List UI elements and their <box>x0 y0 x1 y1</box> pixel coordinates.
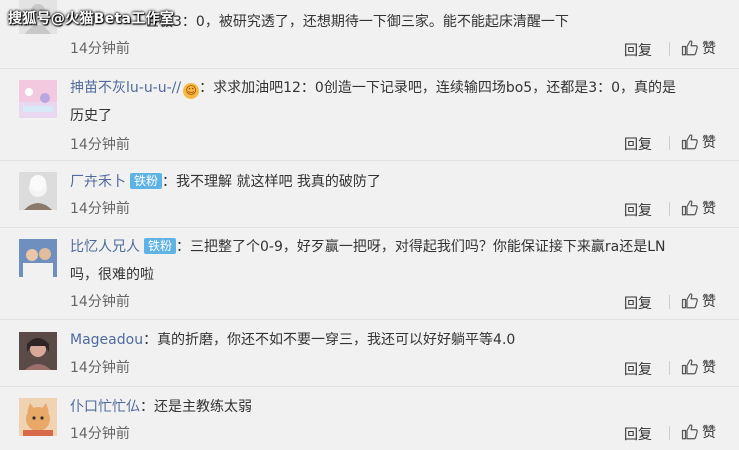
like-label: 赞 <box>702 201 716 217</box>
comment-item: 仆口忙忙仏：还是主教练太弱 14分钟前 回复 赞 <box>0 386 739 450</box>
comment-text: 求求加油吧12：0创造一下记录吧，连续输四场bo5，还都是3：0，真的是 <box>213 80 677 96</box>
comment-time: 14分钟前 <box>70 201 130 217</box>
reply-button[interactable]: 回复 <box>624 200 652 220</box>
like-button[interactable]: 赞 <box>681 422 716 442</box>
colon: ： <box>143 332 158 348</box>
username[interactable]: 厂卉禾卜 <box>70 174 126 190</box>
divider <box>669 361 670 375</box>
username[interactable]: 比忆人兄人 <box>70 239 140 255</box>
username[interactable]: 抻苗不灰lu-u-u-// <box>70 80 181 96</box>
like-label: 赞 <box>702 135 716 151</box>
colon: ： <box>199 80 214 96</box>
reply-button[interactable]: 回复 <box>624 293 652 313</box>
reply-button[interactable]: 回复 <box>624 134 652 154</box>
comment-line-1: Mageadou：真的折磨，你还不如不要一穿三，我还可以好好躺平等4.0 <box>70 327 725 353</box>
avatar[interactable] <box>19 398 57 436</box>
fan-badge: 铁粉 <box>130 173 163 189</box>
avatar[interactable] <box>19 80 57 118</box>
comment-time: 14分钟前 <box>70 294 130 310</box>
comment-text: 我不理解 就这样吧 我真的破防了 <box>176 174 381 190</box>
watermark: 搜狐号@火猫Beta工作室 <box>8 11 175 27</box>
thumbs-up-icon <box>681 424 698 440</box>
emoji-icon: ☺ <box>183 83 200 99</box>
divider <box>669 295 670 309</box>
colon: ： <box>162 174 177 190</box>
comment-line-1: 仆口忙忙仏：还是主教练太弱 <box>70 394 725 420</box>
username[interactable]: Mageadou <box>70 332 143 348</box>
like-label: 赞 <box>702 294 716 310</box>
thumbs-up-icon <box>681 200 698 216</box>
comment-line-1: 抻苗不灰lu-u-u-//☺ ：求求加油吧12：0创造一下记录吧，连续输四场bo5… <box>70 75 725 101</box>
avatar[interactable] <box>19 172 57 210</box>
like-button[interactable]: 赞 <box>681 291 716 311</box>
comment-time: 14分钟前 <box>70 426 130 442</box>
comment-text: 三把整了个0-9，好歹赢一把呀，对得起我们吗？你能保证接下来赢ra还是LN <box>190 239 666 255</box>
divider <box>669 426 670 440</box>
comment-line-2: 历史了 <box>70 108 112 124</box>
like-button[interactable]: 赞 <box>681 132 716 152</box>
fan-badge: 铁粉 <box>144 238 177 254</box>
like-label: 赞 <box>702 360 716 376</box>
thumbs-up-icon <box>681 359 698 375</box>
divider <box>669 202 670 216</box>
comment-item: 抻苗不灰lu-u-u-//☺ ：求求加油吧12：0创造一下记录吧，连续输四场bo5… <box>0 68 739 161</box>
like-button[interactable]: 赞 <box>681 38 716 58</box>
avatar[interactable] <box>19 332 57 370</box>
comment-text: 真的折磨，你还不如不要一穿三，我还可以好好躺平等4.0 <box>157 332 516 348</box>
avatar[interactable] <box>19 239 57 277</box>
comment-item: 厂卉禾卜 铁粉 ：我不理解 就这样吧 我真的破防了 14分钟前 回复 赞 <box>0 160 739 228</box>
comment-time: 14分钟前 <box>70 137 130 153</box>
thumbs-up-icon <box>681 134 698 150</box>
colon: ： <box>140 399 154 415</box>
divider <box>669 42 670 56</box>
comment-text: 巨极3：0，被研究透了，还想期待一下御三家。能不能起床清醒一下 <box>145 14 569 30</box>
comment-time: 14分钟前 <box>70 360 130 376</box>
comment-line-1: 比忆人兄人 铁粉 ：三把整了个0-9，好歹赢一把呀，对得起我们吗？你能保证接下来赢r… <box>70 234 725 260</box>
comment-item: 比忆人兄人 铁粉 ：三把整了个0-9，好歹赢一把呀，对得起我们吗？你能保证接下来赢r… <box>0 227 739 320</box>
comment-time: 14分钟前 <box>70 41 130 57</box>
thumbs-up-icon <box>681 293 698 309</box>
reply-button[interactable]: 回复 <box>624 424 652 444</box>
reply-button[interactable]: 回复 <box>624 40 652 60</box>
comment-text: 还是主教练太弱 <box>154 399 252 415</box>
like-button[interactable]: 赞 <box>681 198 716 218</box>
thumbs-up-icon <box>681 40 698 56</box>
colon: ： <box>176 239 191 255</box>
reply-button[interactable]: 回复 <box>624 359 652 379</box>
comment-item: Mageadou：真的折磨，你还不如不要一穿三，我还可以好好躺平等4.0 14分… <box>0 319 739 387</box>
username[interactable]: 仆口忙忙仏 <box>70 399 140 415</box>
comment-line-1: 厂卉禾卜 铁粉 ：我不理解 就这样吧 我真的破防了 <box>70 169 725 195</box>
like-button[interactable]: 赞 <box>681 357 716 377</box>
like-label: 赞 <box>702 41 716 57</box>
comment-line-2: 吗，很难的啦 <box>70 267 154 283</box>
like-label: 赞 <box>702 425 716 441</box>
divider <box>669 136 670 150</box>
